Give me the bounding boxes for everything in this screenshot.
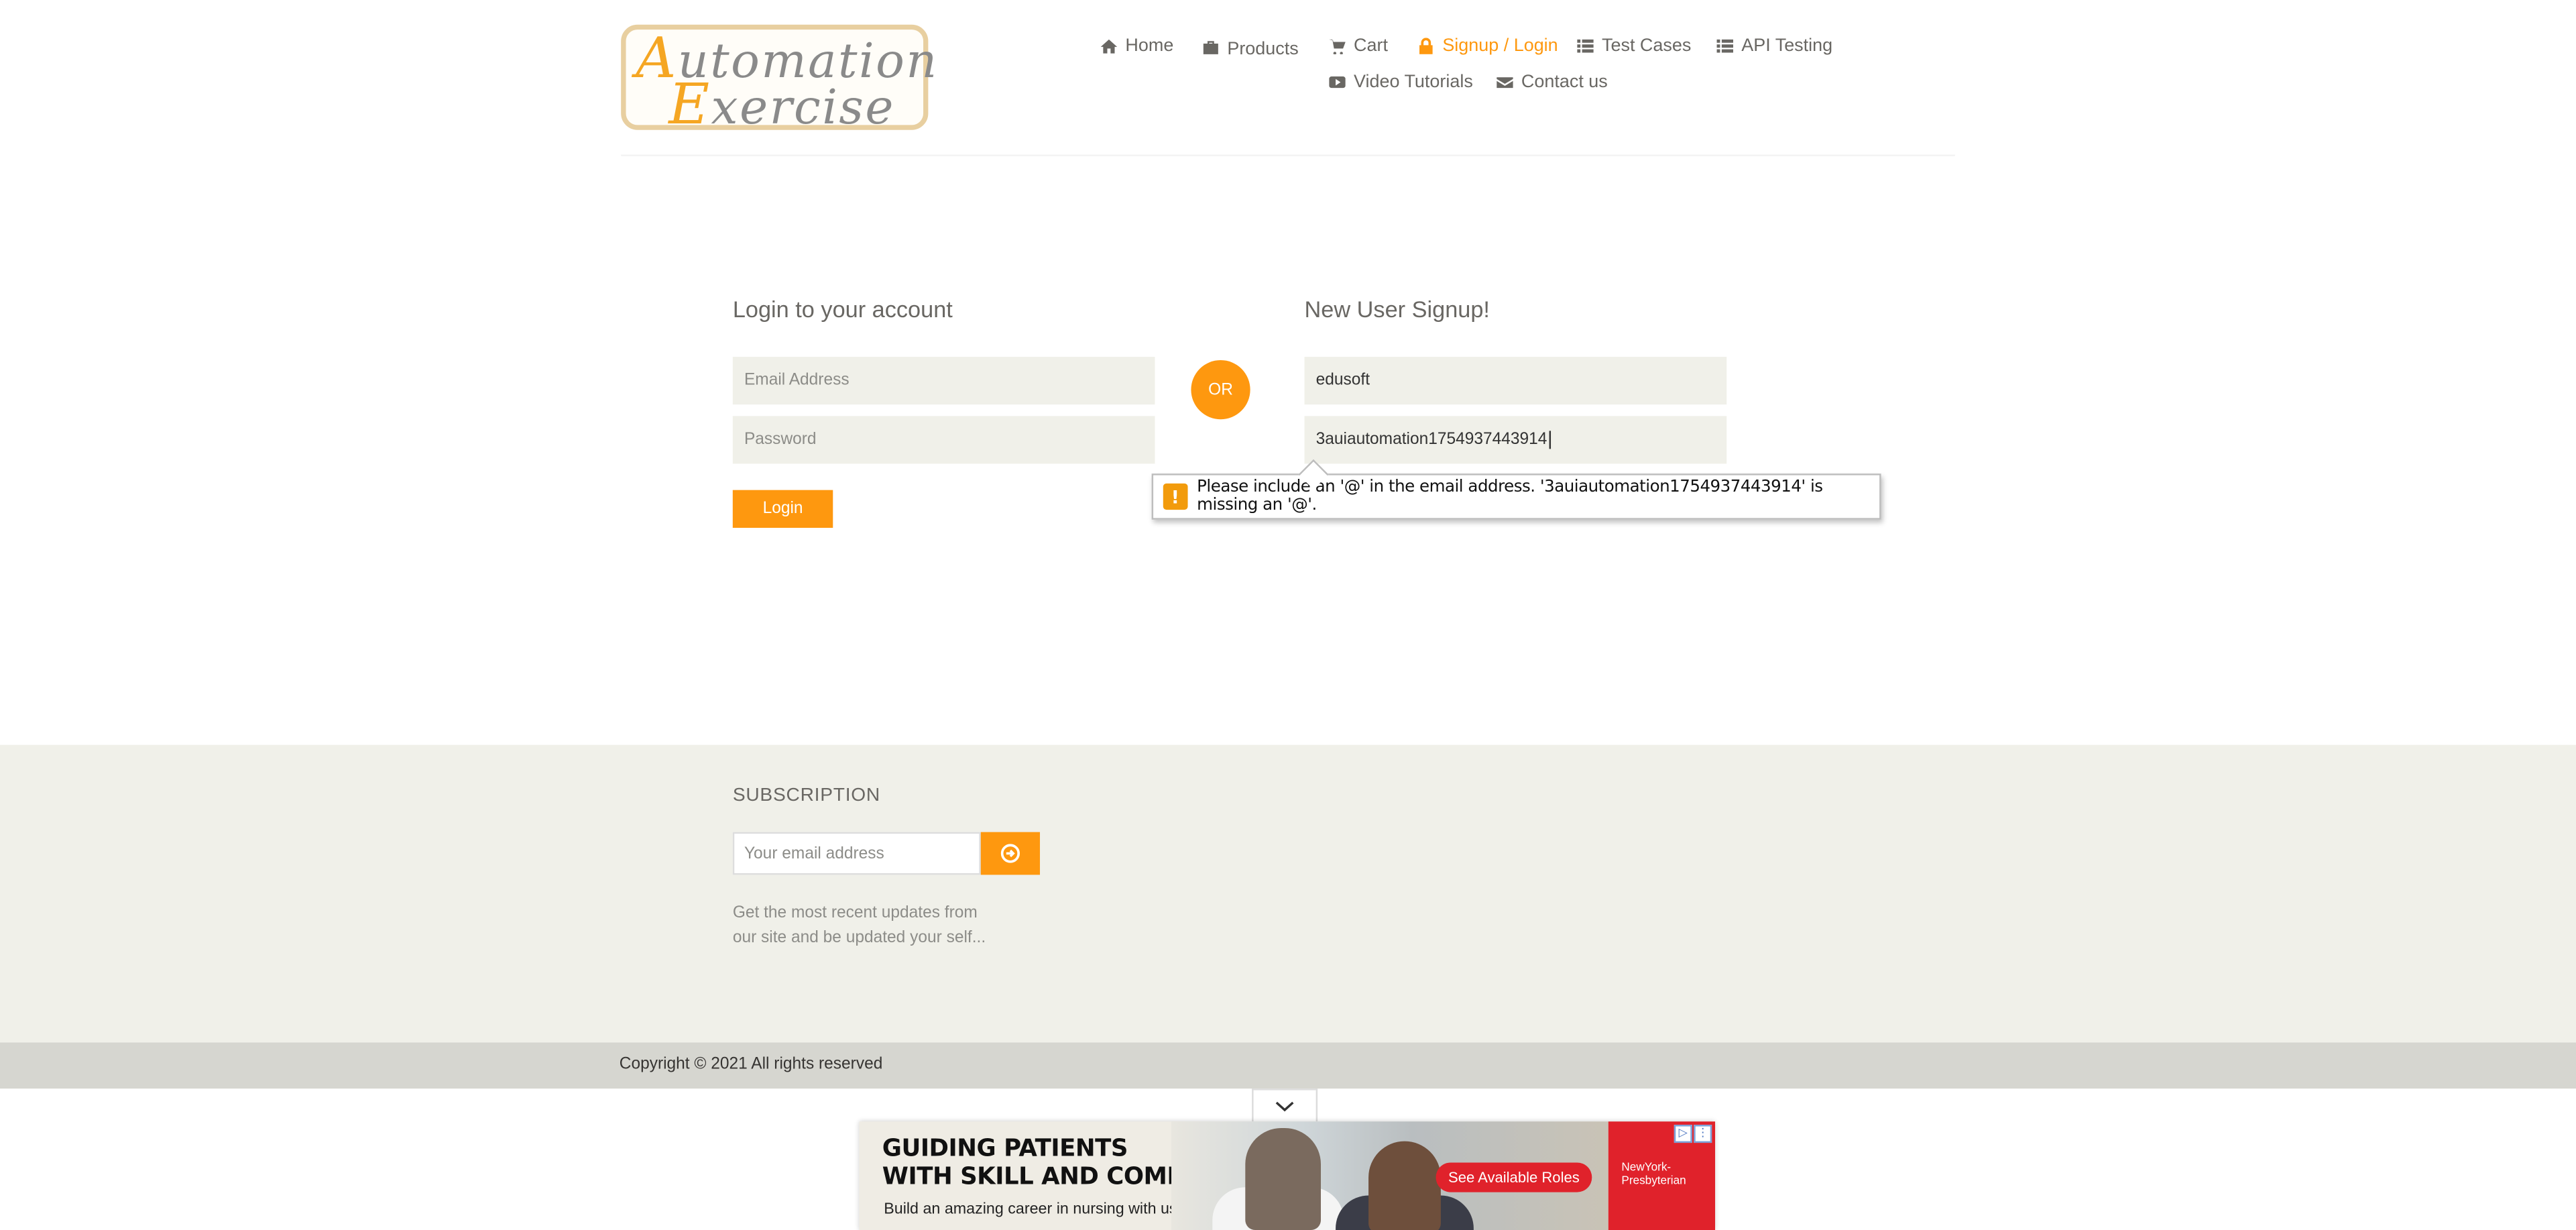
home-icon — [1100, 39, 1118, 54]
subscribe-button[interactable] — [980, 832, 1041, 875]
subscription-title: SUBSCRIPTION — [732, 785, 881, 806]
arrow-circle-right-icon — [1000, 844, 1020, 863]
header-divider — [621, 154, 1955, 156]
nav-home-label: Home — [1125, 36, 1174, 56]
validation-message: Please include an '@' in the email addre… — [1197, 478, 1823, 515]
ad-brand-line-1: NewYork- — [1621, 1162, 1672, 1174]
adchoices-icon[interactable]: ▷ — [1674, 1125, 1692, 1143]
chevron-down-icon — [1275, 1101, 1294, 1111]
warning-icon: ! — [1163, 483, 1187, 510]
login-email-placeholder: Email Address — [744, 372, 850, 390]
copyright-text: Copyright © 2021 All rights reserved — [619, 1056, 883, 1074]
ad-banner[interactable]: GUIDING PATIENTS WITH SKILL AND COMPASSI… — [859, 1121, 1716, 1230]
lock-icon — [1419, 38, 1433, 54]
nav-test-cases[interactable]: Test Cases — [1577, 36, 1691, 56]
nav-cart[interactable]: Cart — [1329, 36, 1388, 56]
list-icon — [1577, 39, 1594, 53]
nav-test-cases-label: Test Cases — [1601, 36, 1692, 56]
nav-signup-login-label: Signup / Login — [1442, 36, 1558, 56]
ad-collapse-button[interactable] — [1252, 1088, 1318, 1122]
footer-widget — [0, 744, 2576, 1043]
ad-close-icon[interactable]: ⋮ — [1694, 1125, 1712, 1143]
subscription-text-line-2: our site and be updated your self... — [732, 928, 986, 947]
validation-tooltip: ! Please include an '@' in the email add… — [1151, 459, 1881, 520]
nav-video-tutorials[interactable]: Video Tutorials — [1329, 72, 1473, 92]
youtube-icon — [1329, 76, 1346, 89]
signup-name-input[interactable]: edusoft — [1304, 357, 1727, 405]
products-icon — [1203, 41, 1218, 54]
or-label: OR — [1208, 380, 1233, 399]
login-password-input[interactable]: Password — [732, 416, 1155, 464]
or-badge: OR — [1191, 359, 1250, 420]
ad-photo-person — [1245, 1127, 1322, 1230]
nav-api-testing-label: API Testing — [1741, 36, 1833, 56]
page: Automation Exercise Home Products Cart S… — [0, 0, 2576, 1230]
signup-title: New User Signup! — [1304, 296, 1490, 323]
ad-choices[interactable]: ▷ ⋮ — [1674, 1125, 1712, 1143]
subscription-placeholder: Your email address — [744, 844, 884, 863]
ad-cta-label: See Available Roles — [1448, 1169, 1580, 1186]
signup-email-input[interactable]: 3auiautomation1754937443914 — [1304, 416, 1727, 464]
nav-products-label: Products — [1227, 39, 1299, 60]
subscription-email-input[interactable]: Your email address — [732, 832, 981, 875]
logo-line-2: Exercise — [668, 72, 895, 138]
envelope-icon — [1497, 77, 1513, 89]
login-password-placeholder: Password — [744, 431, 817, 449]
nav-cart-label: Cart — [1354, 36, 1388, 56]
subscription-text-line-1: Get the most recent updates from — [732, 904, 978, 923]
text-caret — [1548, 431, 1551, 449]
nav-contact-us-label: Contact us — [1521, 72, 1608, 93]
signup-email-value: 3auiautomation1754937443914 — [1315, 431, 1547, 449]
ad-brand-line-2: Presbyterian — [1621, 1176, 1686, 1188]
footer-bottom — [0, 1042, 2576, 1089]
cart-icon — [1329, 39, 1346, 54]
ad-subline: Build an amazing career in nursing with … — [884, 1200, 1182, 1219]
signup-name-value: edusoft — [1315, 372, 1370, 390]
site-logo[interactable]: Automation Exercise — [621, 24, 937, 138]
subscription-description: Get the most recent updates from our sit… — [733, 903, 1012, 950]
login-email-input[interactable]: Email Address — [732, 357, 1155, 405]
nav-api-testing[interactable]: API Testing — [1716, 36, 1833, 56]
login-button-label: Login — [762, 500, 803, 518]
ad-photo-person — [1368, 1141, 1441, 1230]
ad-cta-button[interactable]: See Available Roles — [1436, 1162, 1592, 1192]
nav-home[interactable]: Home — [1100, 36, 1174, 56]
nav-video-tutorials-label: Video Tutorials — [1354, 72, 1473, 93]
nav-contact-us[interactable]: Contact us — [1497, 72, 1608, 92]
list-icon — [1716, 39, 1734, 53]
nav-products[interactable]: Products — [1203, 36, 1299, 59]
nav-signup-login[interactable]: Signup / Login — [1418, 36, 1558, 56]
login-button[interactable]: Login — [732, 490, 833, 528]
login-title: Login to your account — [732, 296, 953, 323]
